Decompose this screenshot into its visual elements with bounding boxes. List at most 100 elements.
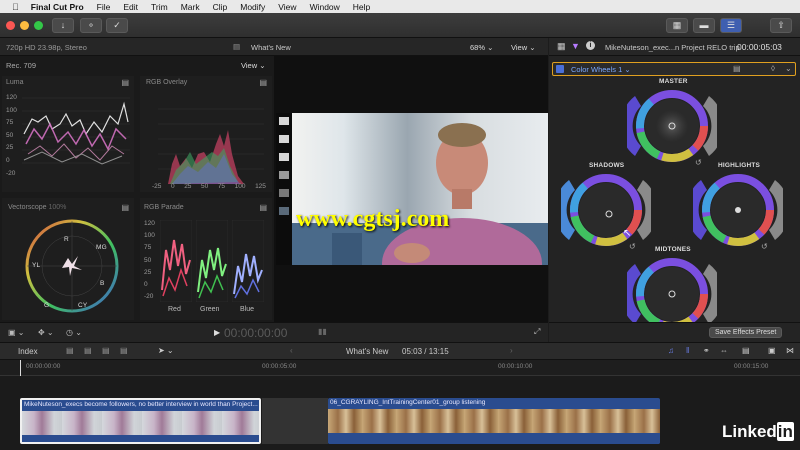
menu-window[interactable]: Window bbox=[310, 2, 340, 12]
scopes-view-menu[interactable]: View ⌄ bbox=[241, 61, 266, 70]
effect-enable-checkbox[interactable] bbox=[556, 65, 564, 73]
viewer-view-menu[interactable]: View ⌄ bbox=[511, 43, 536, 52]
reset-master-icon[interactable]: ↺ bbox=[695, 158, 702, 167]
apple-icon[interactable]:  bbox=[12, 2, 19, 12]
scope-settings-icon[interactable]: ▤ bbox=[259, 203, 267, 212]
insert-clip-button[interactable]: ▤ bbox=[84, 346, 92, 355]
menu-modify[interactable]: Modify bbox=[240, 2, 265, 12]
toggle-browser-button[interactable]: ▦ bbox=[666, 18, 688, 33]
effect-header: Color Wheels 1 ⌄ ▤ ◊ ⌄ bbox=[552, 62, 796, 76]
clip-2-thumbnails bbox=[328, 409, 660, 433]
parade-tick-0: 0 bbox=[144, 281, 148, 289]
viewer-info-bar: 720p HD 23.98p, Stereo ▤ What's New 68% … bbox=[0, 38, 548, 56]
filmstrip-overlay bbox=[276, 113, 292, 265]
rgb-overlay-scope: RGB Overlay ▤ -25 0 25 50 75 100 125 bbox=[140, 76, 272, 192]
highlights-label: HIGHLIGHTS bbox=[718, 162, 761, 169]
scope-settings-icon[interactable]: ▤ bbox=[121, 203, 129, 212]
crop-tool-menu[interactable]: ▣ ⌄ bbox=[8, 328, 24, 337]
ruler-tick-0: 00:00:00:00 bbox=[26, 363, 61, 370]
background-tasks-button[interactable]: ✓ bbox=[106, 18, 128, 33]
keywords-button[interactable]: ⚬ bbox=[80, 18, 102, 33]
play-button[interactable]: ▶ bbox=[214, 328, 220, 337]
zoom-menu[interactable]: 68% ⌄ bbox=[470, 43, 493, 52]
luma-label: Luma bbox=[6, 79, 24, 86]
scope-settings-icon[interactable]: ▤ bbox=[121, 78, 129, 87]
clapper-icon: ▤ bbox=[233, 42, 241, 51]
zoom-window-button[interactable] bbox=[34, 21, 43, 30]
forward-arrow-icon[interactable]: › bbox=[510, 346, 513, 355]
menu-clip[interactable]: Clip bbox=[213, 2, 228, 12]
video-frame[interactable] bbox=[292, 113, 548, 265]
retime-menu[interactable]: ◷ ⌄ bbox=[66, 328, 82, 337]
viewer-panel[interactable]: www.cgtsj.com bbox=[274, 56, 548, 322]
audio-waveform-icon[interactable]: ♫ bbox=[668, 346, 674, 355]
chevron-down-icon[interactable]: ⌄ bbox=[785, 64, 792, 73]
clip-appearance-icon[interactable]: ▤ bbox=[742, 346, 750, 355]
overwrite-clip-button[interactable]: ▤ bbox=[120, 346, 128, 355]
back-arrow-icon[interactable]: ‹ bbox=[290, 346, 293, 355]
luma-tick-120: 120 bbox=[6, 94, 17, 101]
color-inspector-icon[interactable]: ▼ bbox=[571, 41, 580, 51]
connect-clip-button[interactable]: ▤ bbox=[66, 346, 74, 355]
interview-subject bbox=[292, 123, 548, 265]
close-window-button[interactable] bbox=[6, 21, 15, 30]
menu-file[interactable]: File bbox=[97, 2, 111, 12]
overlay-xtick-0: 0 bbox=[170, 183, 175, 190]
keyframe-icon[interactable]: ◊ bbox=[771, 64, 775, 73]
master-color-wheel[interactable] bbox=[627, 86, 717, 166]
timeline-ruler[interactable]: 00:00:00:00 00:00:05:00 00:00:10:00 00:0… bbox=[0, 360, 800, 450]
highlights-color-wheel[interactable] bbox=[693, 170, 783, 250]
overlay-xtick-neg25: -25 bbox=[152, 183, 162, 190]
parade-blue-trace bbox=[232, 220, 264, 302]
timeline-clip-1[interactable]: MikeNuteson_execs become followers, no b… bbox=[20, 398, 261, 444]
index-button[interactable]: Index bbox=[18, 347, 38, 356]
playback-timecode[interactable]: 00:00:00:00 bbox=[224, 326, 287, 340]
checkmark-icon: ✓ bbox=[113, 20, 121, 30]
linkedin-logo: Linkedin bbox=[722, 422, 794, 441]
menu-trim[interactable]: Trim bbox=[151, 2, 168, 12]
share-button[interactable]: ⇧ bbox=[770, 18, 792, 33]
info-icon[interactable]: i bbox=[586, 41, 595, 50]
midtones-label: MIDTONES bbox=[655, 246, 691, 253]
app-menu[interactable]: Final Cut Pro bbox=[31, 2, 84, 12]
append-clip-button[interactable]: ▤ bbox=[102, 346, 110, 355]
midtones-color-wheel[interactable] bbox=[627, 254, 717, 322]
shadows-color-wheel[interactable] bbox=[561, 170, 651, 250]
vectorscope: Vectorscope 100% ▤ R MG YL B G CY bbox=[2, 198, 134, 320]
reset-highlights-icon[interactable]: ↺ bbox=[761, 242, 768, 251]
clip-1-audio bbox=[22, 435, 259, 442]
reset-shadows-icon[interactable]: ↺ bbox=[629, 242, 636, 251]
minimize-window-button[interactable] bbox=[20, 21, 29, 30]
parade-tick-120: 120 bbox=[144, 220, 155, 227]
timeline-clip-2[interactable]: 06_CGRAYLING_IntTrainingCenter01_group l… bbox=[328, 398, 660, 444]
menu-view[interactable]: View bbox=[278, 2, 296, 12]
fullscreen-icon[interactable]: ⤢ bbox=[534, 327, 540, 337]
transform-tool-menu[interactable]: ✥ ⌄ bbox=[38, 328, 54, 337]
import-button[interactable]: ↓ bbox=[52, 18, 74, 33]
luma-tick-25: 25 bbox=[6, 144, 14, 152]
menu-help[interactable]: Help bbox=[353, 2, 370, 12]
select-tool-menu[interactable]: ➤ ⌄ bbox=[158, 346, 174, 355]
toggle-inspector-button[interactable]: ☰ bbox=[720, 18, 742, 33]
timeline-gap[interactable] bbox=[262, 398, 328, 444]
menu-edit[interactable]: Edit bbox=[123, 2, 138, 12]
effects-browser-icon[interactable]: ▣ bbox=[768, 346, 776, 355]
scope-settings-icon[interactable]: ▤ bbox=[259, 78, 267, 87]
download-icon: ↓ bbox=[60, 20, 66, 30]
save-effects-preset-button[interactable]: Save Effects Preset bbox=[709, 327, 783, 338]
headphones-icon[interactable]: ⚭ bbox=[703, 346, 710, 355]
menu-mark[interactable]: Mark bbox=[181, 2, 200, 12]
snapping-icon[interactable]: ⇔ bbox=[720, 346, 728, 355]
toggle-timeline-button[interactable]: ▬ bbox=[693, 18, 715, 33]
audio-meter-icon[interactable]: ▮▮ bbox=[318, 327, 327, 336]
overlay-xtick-100: 100 bbox=[234, 183, 246, 190]
effect-name-menu[interactable]: Color Wheels 1 ⌄ bbox=[571, 65, 631, 74]
viewer-controls: ▣ ⌄ ✥ ⌄ ◷ ⌄ ▶ 00:00:00:00 ▮▮ ⤢ bbox=[0, 322, 548, 342]
transitions-browser-icon[interactable]: ⋈ bbox=[786, 346, 794, 355]
film-icon[interactable]: ▦ bbox=[557, 41, 566, 52]
parade-tick-75: 75 bbox=[144, 244, 152, 252]
parade-green-label: Green bbox=[200, 306, 220, 313]
effect-mask-icon[interactable]: ▤ bbox=[733, 64, 741, 73]
color-inspector-panel: Color Wheels 1 ⌄ ▤ ◊ ⌄ MASTER ↺ SHADOWS … bbox=[549, 56, 800, 322]
skimming-icon[interactable]: ‖ bbox=[686, 346, 689, 355]
